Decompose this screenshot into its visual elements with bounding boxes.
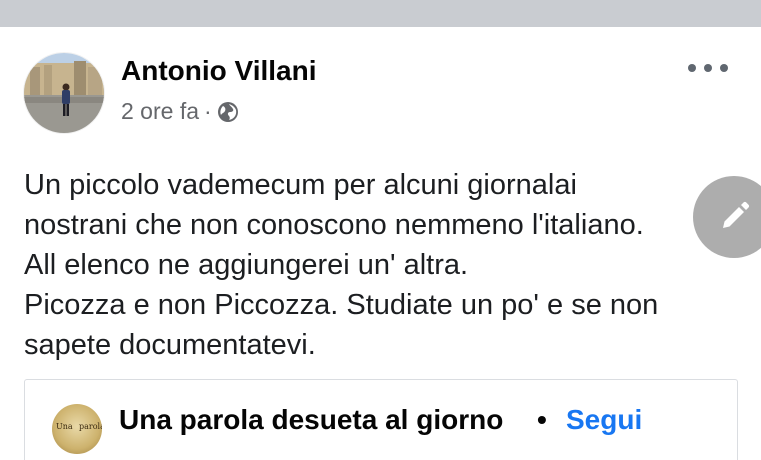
meta-separator: · (204, 98, 212, 124)
post-line: Picozza e non Piccozza. Studiate un po' … (24, 289, 659, 321)
follow-button[interactable]: Segui (566, 404, 642, 436)
post-line: nostrani che non conoscono nemmeno l'ita… (24, 209, 644, 241)
globe-icon (217, 101, 239, 123)
post-meta: 2 ore fa · (121, 98, 239, 125)
post-line: All elenco ne aggiungerei un' altra. (24, 249, 469, 281)
author-name[interactable]: Antonio Villani (121, 55, 316, 87)
shared-page-avatar[interactable]: Una parola (52, 404, 102, 454)
shared-page-name[interactable]: Una parola desueta al giorno (119, 404, 503, 436)
post-card: Antonio Villani 2 ore fa · Un piccolo va… (0, 27, 761, 460)
post-line: sapete documentatevi. (24, 329, 316, 361)
post-text: Un piccolo vademecum per alcuni giornala… (24, 165, 724, 365)
author-avatar[interactable] (24, 53, 104, 133)
shared-post-preview[interactable]: Una parola Una parola desueta al giorno … (24, 379, 738, 460)
feed-separator (0, 0, 761, 27)
more-options-icon[interactable] (688, 57, 728, 79)
shared-separator: • (537, 404, 547, 435)
pencil-icon (723, 201, 750, 228)
post-time[interactable]: 2 ore fa (121, 98, 199, 125)
post-line: Un piccolo vademecum per alcuni giornala… (24, 169, 577, 201)
avatar-photo (24, 53, 104, 133)
